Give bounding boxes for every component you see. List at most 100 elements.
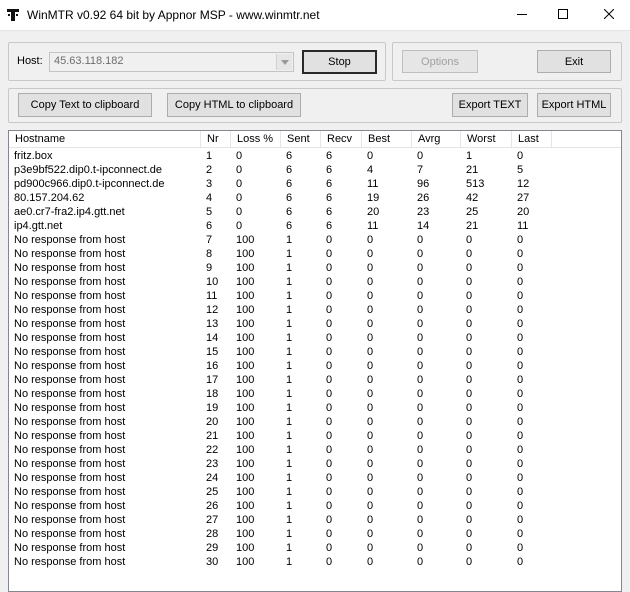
cell-nr: 3: [206, 178, 213, 190]
cell-hostname: ip4.gtt.net: [14, 220, 63, 232]
cell-avrg: 0: [417, 500, 424, 512]
column-header-nr[interactable]: Nr: [201, 131, 231, 148]
cell-recv: 0: [326, 402, 333, 414]
table-row[interactable]: No response from host 24 100 1 0 0 0 0 0: [9, 471, 621, 485]
table-row[interactable]: No response from host 22 100 1 0 0 0 0 0: [9, 443, 621, 457]
title-bar[interactable]: WinMTR v0.92 64 bit by Appnor MSP - www.…: [0, 0, 630, 31]
cell-worst: 0: [466, 528, 473, 540]
export-html-button[interactable]: Export HTML: [537, 93, 611, 117]
cell-last: 0: [517, 528, 524, 540]
table-row[interactable]: No response from host 18 100 1 0 0 0 0 0: [9, 387, 621, 401]
table-row[interactable]: 80.157.204.62 4 0 6 6 19 26 42 27: [9, 191, 621, 205]
column-header-hostname[interactable]: Hostname: [9, 131, 201, 148]
cell-recv: 0: [326, 318, 333, 330]
copy-html-button[interactable]: Copy HTML to clipboard: [167, 93, 301, 117]
table-row[interactable]: fritz.box 1 0 6 6 0 0 1 0: [9, 149, 621, 163]
cell-nr: 14: [206, 332, 219, 344]
maximize-icon: [558, 8, 568, 22]
column-header-recv[interactable]: Recv: [321, 131, 362, 148]
table-row[interactable]: No response from host 27 100 1 0 0 0 0 0: [9, 513, 621, 527]
cell-loss: 100: [236, 458, 255, 470]
cell-worst: 0: [466, 402, 473, 414]
cell-last: 0: [517, 472, 524, 484]
cell-sent: 1: [286, 458, 293, 470]
column-header-best[interactable]: Best: [362, 131, 412, 148]
table-row[interactable]: ip4.gtt.net 6 0 6 6 11 14 21 11: [9, 219, 621, 233]
cell-hostname: No response from host: [14, 332, 126, 344]
cell-sent: 6: [286, 192, 293, 204]
cell-recv: 0: [326, 248, 333, 260]
table-row[interactable]: No response from host 17 100 1 0 0 0 0 0: [9, 373, 621, 387]
cell-best: 0: [367, 444, 374, 456]
close-button[interactable]: [586, 0, 630, 30]
cell-best: 0: [367, 542, 374, 554]
cell-sent: 1: [286, 402, 293, 414]
column-header-last[interactable]: Last: [512, 131, 552, 148]
cell-worst: 0: [466, 332, 473, 344]
minimize-button[interactable]: [499, 0, 545, 30]
options-button[interactable]: Options: [402, 50, 478, 73]
cell-avrg: 0: [417, 542, 424, 554]
table-row[interactable]: No response from host 11 100 1 0 0 0 0 0: [9, 289, 621, 303]
maximize-button[interactable]: [540, 0, 586, 30]
cell-avrg: 0: [417, 150, 424, 162]
cell-loss: 100: [236, 374, 255, 386]
table-row[interactable]: No response from host 10 100 1 0 0 0 0 0: [9, 275, 621, 289]
cell-loss: 100: [236, 472, 255, 484]
table-row[interactable]: No response from host 26 100 1 0 0 0 0 0: [9, 499, 621, 513]
table-row[interactable]: pd900c966.dip0.t-ipconnect.de 3 0 6 6 11 96 513…: [9, 177, 621, 191]
copy-text-button[interactable]: Copy Text to clipboard: [18, 93, 152, 117]
column-header-sent[interactable]: Sent: [281, 131, 321, 148]
table-row[interactable]: No response from host 21 100 1 0 0 0 0 0: [9, 429, 621, 443]
cell-last: 0: [517, 346, 524, 358]
table-row[interactable]: No response from host 23 100 1 0 0 0 0 0: [9, 457, 621, 471]
chevron-down-icon[interactable]: [276, 54, 292, 70]
table-row[interactable]: No response from host 13 100 1 0 0 0 0 0: [9, 317, 621, 331]
table-row[interactable]: No response from host 9 100 1 0 0 0 0 0: [9, 261, 621, 275]
cell-sent: 1: [286, 514, 293, 526]
cell-worst: 0: [466, 290, 473, 302]
cell-hostname: No response from host: [14, 346, 126, 358]
cell-hostname: No response from host: [14, 304, 126, 316]
host-combobox[interactable]: 45.63.118.182: [49, 52, 294, 72]
table-row[interactable]: No response from host 14 100 1 0 0 0 0 0: [9, 331, 621, 345]
table-row[interactable]: No response from host 19 100 1 0 0 0 0 0: [9, 401, 621, 415]
table-row[interactable]: No response from host 20 100 1 0 0 0 0 0: [9, 415, 621, 429]
cell-avrg: 0: [417, 486, 424, 498]
cell-last: 0: [517, 276, 524, 288]
column-header-worst[interactable]: Worst: [461, 131, 512, 148]
window-title: WinMTR v0.92 64 bit by Appnor MSP - www.…: [27, 8, 320, 22]
table-row[interactable]: No response from host 30 100 1 0 0 0 0 0: [9, 555, 621, 569]
exit-button[interactable]: Exit: [537, 50, 611, 73]
column-header-loss[interactable]: Loss %: [231, 131, 281, 148]
results-list[interactable]: Hostname Nr Loss % Sent Recv Best Avrg W…: [8, 130, 622, 592]
table-row[interactable]: ae0.cr7-fra2.ip4.gtt.net 5 0 6 6 20 23 25 20: [9, 205, 621, 219]
table-row[interactable]: No response from host 7 100 1 0 0 0 0 0: [9, 233, 621, 247]
cell-hostname: No response from host: [14, 430, 126, 442]
cell-loss: 100: [236, 234, 255, 246]
table-row[interactable]: p3e9bf522.dip0.t-ipconnect.de 2 0 6 6 4 7 21 5: [9, 163, 621, 177]
cell-loss: 0: [236, 192, 243, 204]
host-value[interactable]: 45.63.118.182: [54, 55, 124, 67]
cell-worst: 1: [466, 150, 473, 162]
column-header-avrg[interactable]: Avrg: [412, 131, 461, 148]
cell-sent: 1: [286, 556, 293, 568]
list-rows: fritz.box 1 0 6 6 0 0 1 0 p3e9bf522.dip0.t-ipconn…: [9, 149, 621, 569]
cell-nr: 25: [206, 486, 219, 498]
table-row[interactable]: No response from host 29 100 1 0 0 0 0 0: [9, 541, 621, 555]
cell-worst: 0: [466, 444, 473, 456]
table-row[interactable]: No response from host 16 100 1 0 0 0 0 0: [9, 359, 621, 373]
stop-button[interactable]: Stop: [302, 50, 377, 74]
cell-best: 19: [367, 192, 380, 204]
table-row[interactable]: No response from host 15 100 1 0 0 0 0 0: [9, 345, 621, 359]
cell-nr: 20: [206, 416, 219, 428]
cell-best: 0: [367, 416, 374, 428]
export-text-button[interactable]: Export TEXT: [452, 93, 528, 117]
table-row[interactable]: No response from host 25 100 1 0 0 0 0 0: [9, 485, 621, 499]
table-row[interactable]: No response from host 8 100 1 0 0 0 0 0: [9, 247, 621, 261]
table-row[interactable]: No response from host 28 100 1 0 0 0 0 0: [9, 527, 621, 541]
cell-last: 0: [517, 556, 524, 568]
table-row[interactable]: No response from host 12 100 1 0 0 0 0 0: [9, 303, 621, 317]
cell-loss: 100: [236, 262, 255, 274]
cell-recv: 0: [326, 276, 333, 288]
